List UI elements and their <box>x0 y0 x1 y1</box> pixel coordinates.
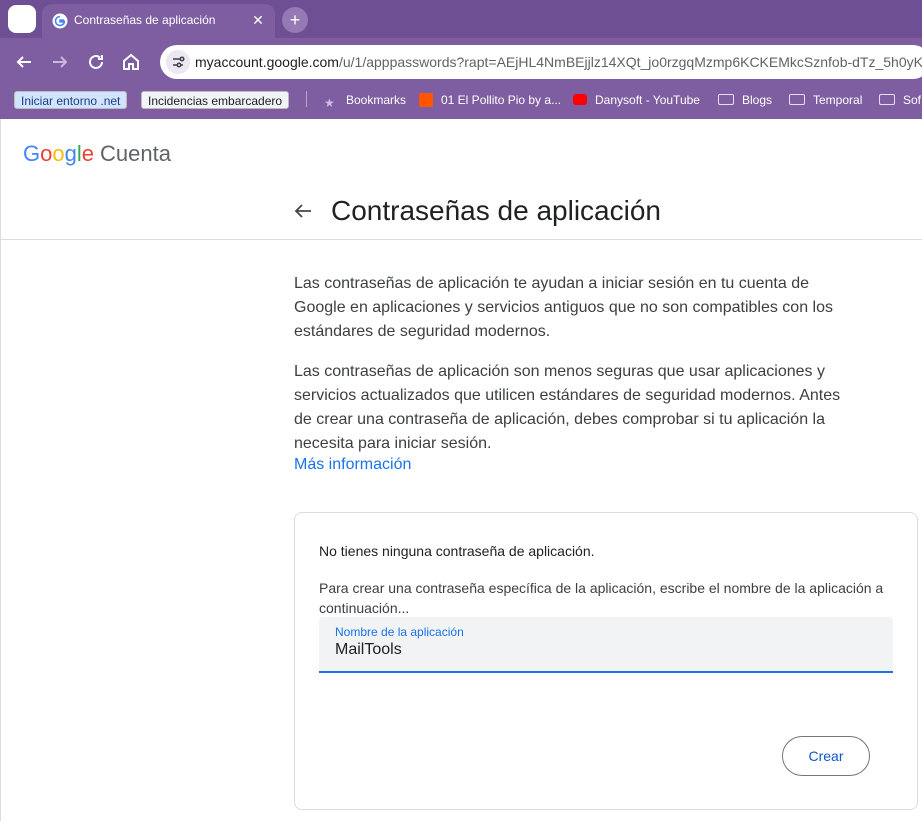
logo-letter: o <box>52 141 65 166</box>
app-name-input[interactable]: MailTools <box>335 641 402 659</box>
logo-letter: G <box>23 141 41 166</box>
page-content: Google Cuenta Contraseñas de aplicación L… <box>0 119 922 821</box>
bookmark-label: Temporal <box>813 93 863 107</box>
back-arrow-icon[interactable] <box>291 199 315 223</box>
back-nav-icon[interactable] <box>12 50 36 74</box>
url-host: myaccount.google.com <box>195 54 339 70</box>
warning-paragraph: Las contraseñas de aplicación son menos … <box>294 363 841 452</box>
bookmark-item[interactable]: Incidencias embarcadero <box>141 91 290 109</box>
logo-letter: g <box>64 141 77 166</box>
bookmark-label: Bookmarks <box>346 93 407 107</box>
home-icon[interactable] <box>119 50 143 74</box>
page-title: Contraseñas de aplicación <box>331 195 661 226</box>
google-account-logo[interactable]: Google Cuenta <box>23 141 171 167</box>
bookmarks-divider <box>306 91 307 107</box>
logo-letter: e <box>81 141 95 166</box>
instructions-text: Para crear una contraseña específica de … <box>319 580 884 616</box>
url-text: myaccount.google.com/u/1/apppasswords?ra… <box>195 54 922 70</box>
site-info-icon[interactable] <box>166 50 190 74</box>
product-name: Cuenta <box>100 141 171 166</box>
tab-title: Contraseñas de aplicación <box>74 13 216 27</box>
bookmark-label: 01 El Pollito Pio by a... <box>441 93 562 107</box>
bookmark-item[interactable]: 01 El Pollito Pio by a... <box>419 90 561 110</box>
bookmark-item[interactable]: Blogs <box>718 90 772 110</box>
forward-nav-icon[interactable] <box>48 50 72 74</box>
soundcloud-icon <box>419 93 433 107</box>
bookmark-label: Blogs <box>742 93 773 107</box>
bookmark-item[interactable]: Iniciar entorno .net <box>14 91 128 109</box>
bookmark-item[interactable]: Temporal <box>789 90 862 110</box>
create-button[interactable]: Crear <box>782 736 870 776</box>
bookmark-item[interactable]: ★ Bookmarks <box>324 90 406 110</box>
logo-letter: o <box>40 141 53 166</box>
header-divider <box>1 239 922 240</box>
browser-chrome: Contraseñas de aplicación ✕ + myaccount.… <box>0 0 922 119</box>
new-tab-button[interactable]: + <box>282 7 308 33</box>
bookmark-label: Sof <box>903 93 922 107</box>
bookmark-item[interactable]: Sof <box>879 90 921 110</box>
reload-icon[interactable] <box>84 50 108 74</box>
bookmarks-bar: Iniciar entorno .net Incidencias embarca… <box>0 86 922 114</box>
empty-state-text: No tienes ninguna contraseña de aplicaci… <box>319 543 595 559</box>
intro-paragraph: Las contraseñas de aplicación te ayudan … <box>294 275 833 340</box>
tab-strip: Contraseñas de aplicación ✕ + <box>0 0 922 38</box>
youtube-icon <box>573 94 587 105</box>
app-password-card: No tienes ninguna contraseña de aplicaci… <box>294 512 918 810</box>
folder-icon <box>718 94 734 105</box>
bookmark-label: Danysoft - YouTube <box>595 93 700 107</box>
folder-icon <box>879 94 895 105</box>
address-bar[interactable]: myaccount.google.com/u/1/apppasswords?ra… <box>160 45 922 79</box>
more-info-link[interactable]: Más información <box>294 456 411 474</box>
app-name-field[interactable]: Nombre de la aplicación MailTools <box>319 617 893 673</box>
folder-icon <box>789 94 805 105</box>
tab-active[interactable]: Contraseñas de aplicación ✕ <box>42 4 275 38</box>
app-name-label: Nombre de la aplicación <box>335 625 464 639</box>
profile-button[interactable] <box>8 5 36 33</box>
google-favicon-icon <box>52 13 68 29</box>
star-icon: ★ <box>324 96 335 110</box>
bookmark-item[interactable]: Danysoft - YouTube <box>573 90 700 110</box>
tab-close-icon[interactable]: ✕ <box>249 11 267 29</box>
url-path: /u/1/apppasswords?rapt=AEjHL4NmBEjjlz14X… <box>338 54 922 70</box>
